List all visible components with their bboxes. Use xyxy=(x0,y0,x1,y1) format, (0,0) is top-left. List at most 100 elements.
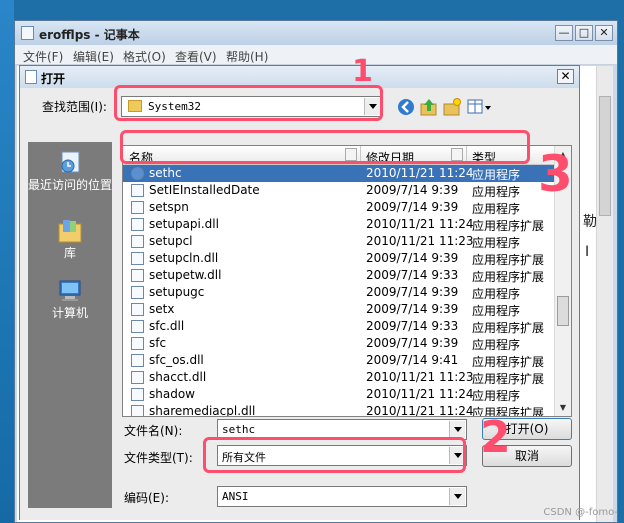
app-icon xyxy=(131,388,144,401)
file-row[interactable]: shacct.dll 2010/11/21 11:23 应用程序扩展 xyxy=(123,369,555,386)
file-rows: sethc 2010/11/21 11:24 应用程序 SetIEInstalledD… xyxy=(123,165,555,416)
file-type: 应用程序 xyxy=(472,236,521,250)
view-menu-icon[interactable] xyxy=(466,97,492,117)
place-libraries[interactable]: 库 xyxy=(28,218,112,260)
dll-icon xyxy=(131,354,144,367)
scrollbar-thumb[interactable] xyxy=(599,96,611,216)
look-in-label: 查找范围(I): xyxy=(42,100,107,114)
file-row[interactable]: sethc 2010/11/21 11:24 应用程序 xyxy=(123,165,555,182)
file-name: setupcl xyxy=(149,234,193,248)
watermark: CSDN @-fomo- xyxy=(543,507,618,518)
filename-value: sethc xyxy=(222,423,256,436)
file-row[interactable]: sfc.dll 2009/7/14 9:33 应用程序扩展 xyxy=(123,318,555,335)
menu-format[interactable]: 格式(O) xyxy=(123,48,166,65)
file-list[interactable]: 名称 修改日期 类型 sethc 2010/11/21 11:24 应用程序 SetI… xyxy=(122,145,572,417)
desktop-background xyxy=(0,0,14,523)
file-type: 应用程序 xyxy=(472,389,521,403)
annotation-box-look-in xyxy=(114,85,383,121)
setup-app-icon xyxy=(131,286,144,299)
file-row[interactable]: SetIEInstalledDate 2009/7/14 9:39 应用程序 xyxy=(123,182,555,199)
annotation-number: 1 xyxy=(352,54,373,89)
menu-file[interactable]: 文件(F) xyxy=(23,48,63,65)
maximize-button[interactable]: □ xyxy=(575,25,593,41)
notepad-menubar: 文件(F) 编辑(E) 格式(O) 查看(V) 帮助(H) xyxy=(15,45,617,65)
notepad-scrollbar[interactable] xyxy=(596,66,613,522)
file-name: sethc xyxy=(149,166,182,180)
notepad-title: erofflps - 记事本 xyxy=(39,28,140,42)
file-name: setupetw.dll xyxy=(149,268,222,282)
scrollbar-thumb[interactable] xyxy=(557,296,569,326)
encoding-value: ANSI xyxy=(222,490,249,503)
dll-icon xyxy=(131,218,144,231)
file-type: 应用程序扩展 xyxy=(472,270,545,284)
file-name: sfc.dll xyxy=(149,319,185,333)
sethc-app-icon xyxy=(131,167,144,180)
file-name: shacct.dll xyxy=(149,370,207,384)
notepad-icon xyxy=(21,26,34,40)
file-date: 2009/7/14 9:39 xyxy=(366,336,459,350)
new-folder-icon[interactable] xyxy=(442,97,462,117)
file-row[interactable]: setupcln.dll 2009/7/14 9:39 应用程序扩展 xyxy=(123,250,555,267)
encoding-select[interactable]: ANSI xyxy=(217,486,467,507)
file-row[interactable]: setspn 2009/7/14 9:39 应用程序 xyxy=(123,199,555,216)
dll-icon xyxy=(131,252,144,265)
notepad-titlebar: erofflps - 记事本 — □ ✕ xyxy=(15,21,617,45)
file-row[interactable]: sfc_os.dll 2009/7/14 9:41 应用程序扩展 xyxy=(123,352,555,369)
file-name: setupapi.dll xyxy=(149,217,219,231)
file-type: 应用程序扩展 xyxy=(472,372,545,386)
place-label: 计算机 xyxy=(51,306,88,320)
file-name: sfc xyxy=(149,336,167,350)
file-row[interactable]: setupugc 2009/7/14 9:39 应用程序 xyxy=(123,284,555,301)
text-fragment: I xyxy=(585,244,590,260)
app-icon xyxy=(131,184,144,197)
dll-icon xyxy=(131,269,144,282)
file-row[interactable]: sfc 2009/7/14 9:39 应用程序 xyxy=(123,335,555,352)
dialog-close-button[interactable]: ✕ xyxy=(557,69,574,84)
recent-places-icon xyxy=(61,151,80,173)
close-button[interactable]: ✕ xyxy=(595,25,613,41)
file-type: 应用程序 xyxy=(472,168,521,182)
dialog-title: 打开 xyxy=(41,72,66,86)
dll-icon xyxy=(131,405,144,416)
menu-edit[interactable]: 编辑(E) xyxy=(73,48,114,65)
file-type: 应用程序扩展 xyxy=(472,253,545,267)
place-recent[interactable]: 最近访问的位置 xyxy=(28,150,112,192)
up-folder-icon[interactable] xyxy=(419,97,439,117)
file-name: sfc_os.dll xyxy=(149,353,204,367)
dll-icon xyxy=(131,371,144,384)
libraries-icon xyxy=(58,220,82,243)
place-label: 库 xyxy=(63,246,76,260)
file-date: 2010/11/21 11:24 xyxy=(366,217,474,231)
file-name: setupcln.dll xyxy=(149,251,219,265)
annotation-number: 2 xyxy=(480,412,511,463)
place-computer[interactable]: 计算机 xyxy=(28,278,112,320)
menu-help[interactable]: 帮助(H) xyxy=(226,48,268,65)
chevron-down-icon[interactable] xyxy=(449,488,465,505)
file-name: SetIEInstalledDate xyxy=(149,183,260,197)
file-date: 2010/11/21 11:24 xyxy=(366,387,474,401)
file-row[interactable]: setx 2009/7/14 9:39 应用程序 xyxy=(123,301,555,318)
file-date: 2010/11/21 11:24 xyxy=(366,166,474,180)
file-date: 2009/7/14 9:41 xyxy=(366,353,459,367)
menu-view[interactable]: 查看(V) xyxy=(175,48,217,65)
file-row[interactable]: shadow 2010/11/21 11:24 应用程序 xyxy=(123,386,555,403)
file-date: 2009/7/14 9:39 xyxy=(366,302,459,316)
chevron-down-icon[interactable] xyxy=(449,421,465,438)
file-name: shadow xyxy=(149,387,195,401)
notepad-icon xyxy=(25,70,37,84)
file-date: 2010/11/21 11:23 xyxy=(366,234,474,248)
file-row[interactable]: setupetw.dll 2009/7/14 9:33 应用程序扩展 xyxy=(123,267,555,284)
back-icon[interactable] xyxy=(396,97,416,117)
app-icon xyxy=(131,201,144,214)
minimize-button[interactable]: — xyxy=(555,25,573,41)
file-name: setupugc xyxy=(149,285,205,299)
file-date: 2009/7/14 9:39 xyxy=(366,200,459,214)
file-type: 应用程序扩展 xyxy=(472,355,545,369)
file-date: 2009/7/14 9:39 xyxy=(366,183,459,197)
file-row[interactable]: setupapi.dll 2010/11/21 11:24 应用程序扩展 xyxy=(123,216,555,233)
dll-icon xyxy=(131,320,144,333)
app-icon xyxy=(131,337,144,350)
file-row[interactable]: setupcl 2010/11/21 11:23 应用程序 xyxy=(123,233,555,250)
encoding-label: 编码(E): xyxy=(124,491,169,505)
scroll-down-icon[interactable]: ▼ xyxy=(555,399,571,416)
